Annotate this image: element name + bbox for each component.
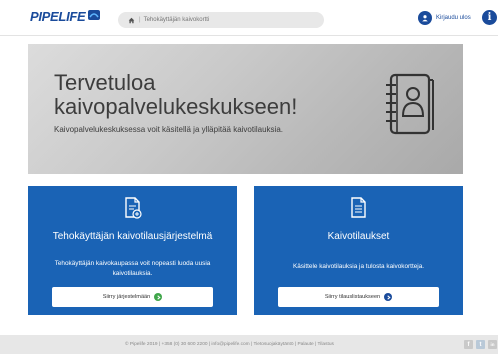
document-list-icon	[350, 197, 366, 218]
card-description: Tehokäyttäjän kaivokaupassa voit nopeast…	[54, 260, 211, 277]
welcome-banner: Tervetuloa kaivopalvelukeskukseen! Kaivo…	[28, 44, 463, 174]
logout-label: Kirjaudu ulos	[436, 15, 471, 21]
contact-book-icon	[386, 73, 434, 135]
footer-links[interactable]: © Pipelife 2019 | +358 (0) 30 600 2200 |…	[125, 342, 334, 347]
hero-title-line-1: Tervetuloa	[54, 70, 156, 95]
hero-subtitle: Kaivopalvelukeskuksessa voit käsitellä j…	[54, 125, 284, 134]
pipelife-logo[interactable]: PIPELIFE	[30, 9, 101, 24]
home-icon[interactable]	[128, 17, 135, 24]
facebook-icon[interactable]: f	[464, 340, 473, 349]
card-title: Tehokäyttäjän kaivotilausjärjestelmä	[52, 231, 213, 242]
twitter-icon[interactable]: t	[476, 340, 485, 349]
user-icon	[418, 11, 432, 25]
card-well-orders: Kaivotilaukset Käsittele kaivotilauksia …	[254, 186, 463, 315]
arrow-right-icon	[154, 293, 163, 301]
button-label: Siirry järjestelmään	[102, 294, 151, 300]
go-to-system-button[interactable]: Siirry järjestelmään	[52, 287, 213, 307]
service-cards: Tehokäyttäjän kaivotilausjärjestelmä Teh…	[28, 186, 463, 315]
info-icon[interactable]: i	[482, 10, 497, 25]
page-footer: © Pipelife 2019 | +358 (0) 30 600 2200 |…	[0, 335, 498, 354]
hero-title: Tervetuloa kaivopalvelukeskukseen!	[54, 71, 354, 119]
card-title: Kaivotilaukset	[327, 231, 390, 242]
button-label: Siirry tilauslistaukseen	[324, 294, 381, 300]
arrow-right-icon	[384, 293, 393, 301]
linkedin-icon[interactable]: in	[488, 340, 497, 349]
card-power-user-system: Tehokäyttäjän kaivotilausjärjestelmä Teh…	[28, 186, 237, 315]
breadcrumb-separator: |	[139, 17, 141, 23]
breadcrumb-bar[interactable]: | Tehokäyttäjän kaivokortti	[118, 12, 324, 28]
logo-mark-icon	[88, 9, 101, 20]
logo-text: PIPELIFE	[30, 9, 86, 24]
card-description: Käsittele kaivotilauksia ja tulosta kaiv…	[292, 263, 425, 270]
go-to-order-list-button[interactable]: Siirry tilauslistaukseen	[278, 287, 439, 307]
hero-title-line-2: kaivopalvelukeskukseen!	[54, 94, 298, 119]
document-add-icon	[124, 197, 142, 219]
top-header: PIPELIFE | Tehokäyttäjän kaivokortti Kir…	[0, 0, 498, 36]
breadcrumb-current: Tehokäyttäjän kaivokortti	[143, 17, 210, 23]
logout-link[interactable]: Kirjaudu ulos	[418, 11, 471, 25]
